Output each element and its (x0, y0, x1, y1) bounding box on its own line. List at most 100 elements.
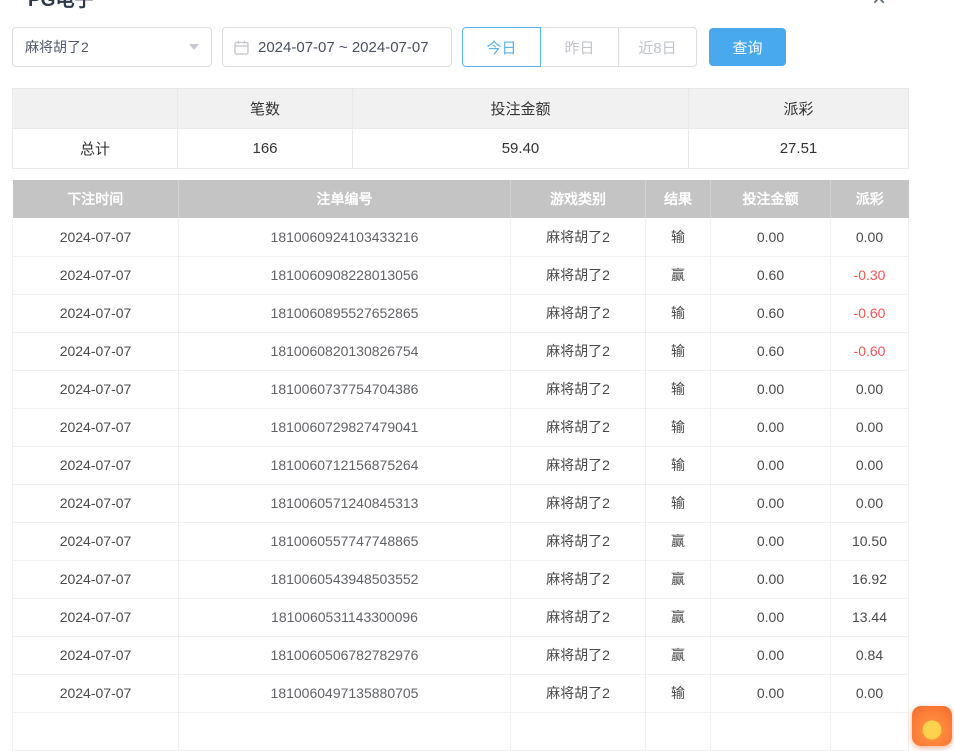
cell-game-type: 麻将胡了2 (511, 560, 646, 598)
quick-range-today-button[interactable]: 今日 (462, 27, 541, 67)
date-range-picker[interactable]: 2024-07-07 ~ 2024-07-07 (222, 27, 452, 67)
table-row: 2024-07-07 1810060924103433216 麻将胡了2 输 0… (13, 218, 909, 256)
cell-order-no: 1810060531143300096 (179, 598, 511, 636)
cell-order-no: 1810060543948503552 (179, 560, 511, 598)
promo-float-icon[interactable] (912, 706, 952, 746)
cell-bet-amount: 0.00 (711, 560, 831, 598)
cell-payout: 13.44 (831, 598, 909, 636)
cell-result: 输 (646, 446, 711, 484)
table-row: 2024-07-07 1810060557747748865 麻将胡了2 赢 0… (13, 522, 909, 560)
table-row: 2024-07-07 1810060820130826754 麻将胡了2 输 0… (13, 332, 909, 370)
page-title: PG电子 (28, 0, 93, 12)
cell-order-no: 1810060895527652865 (179, 294, 511, 332)
header-bet-time: 下注时间 (13, 180, 179, 218)
cell-bet-amount: 0.60 (711, 256, 831, 294)
filter-bar: 麻将胡了2 2024-07-07 ~ 2024-07-07 今日 昨日 近8日 … (12, 27, 786, 67)
cell-bet-time: 2024-07-07 (13, 332, 179, 370)
cell-bet-amount: 0.00 (711, 370, 831, 408)
cell-game-type: 麻将胡了2 (511, 484, 646, 522)
cell-result: 赢 (646, 256, 711, 294)
cell-result: 输 (646, 484, 711, 522)
summary-header-bet-amount: 投注金额 (353, 89, 689, 129)
cell-game-type: 麻将胡了2 (511, 408, 646, 446)
cell-payout: 10.50 (831, 522, 909, 560)
table-row-partial (13, 712, 909, 750)
table-row: 2024-07-07 1810060497135880705 麻将胡了2 输 0… (13, 674, 909, 712)
cell-payout: 16.92 (831, 560, 909, 598)
table-row: 2024-07-07 1810060531143300096 麻将胡了2 赢 0… (13, 598, 909, 636)
bet-table-body: 2024-07-07 1810060924103433216 麻将胡了2 输 0… (13, 218, 909, 712)
summary-header-blank (13, 89, 178, 129)
chevron-down-icon (189, 44, 199, 50)
table-row: 2024-07-07 1810060712156875264 麻将胡了2 输 0… (13, 446, 909, 484)
cell-game-type: 麻将胡了2 (511, 256, 646, 294)
cell-game-type: 麻将胡了2 (511, 674, 646, 712)
cell-bet-time: 2024-07-07 (13, 560, 179, 598)
game-select[interactable]: 麻将胡了2 (12, 27, 212, 67)
cell-order-no: 1810060908228013056 (179, 256, 511, 294)
header-result: 结果 (646, 180, 711, 218)
cell-bet-amount: 0.00 (711, 522, 831, 560)
quick-range-yesterday-button[interactable]: 昨日 (540, 27, 619, 67)
cell-payout: 0.00 (831, 484, 909, 522)
cell-bet-amount: 0.00 (711, 598, 831, 636)
table-row: 2024-07-07 1810060895527652865 麻将胡了2 输 0… (13, 294, 909, 332)
cell-payout: 0.00 (831, 408, 909, 446)
cell-game-type: 麻将胡了2 (511, 636, 646, 674)
cell-result: 输 (646, 218, 711, 256)
summary-total-bet-amount: 59.40 (353, 129, 689, 169)
cell-bet-time: 2024-07-07 (13, 674, 179, 712)
header-order-no: 注单编号 (179, 180, 511, 218)
cell-bet-amount: 0.00 (711, 446, 831, 484)
cell-bet-amount: 0.60 (711, 332, 831, 370)
cell-result: 赢 (646, 560, 711, 598)
cell-bet-amount: 0.00 (711, 636, 831, 674)
summary-header-row: 笔数 投注金额 派彩 (13, 89, 909, 129)
bet-records-dialog: { "page": { "title": "PG电子", "close_glyp… (0, 0, 954, 721)
cell-payout: 0.00 (831, 674, 909, 712)
summary-total-row: 总计 166 59.40 27.51 (13, 129, 909, 169)
cell-bet-time: 2024-07-07 (13, 256, 179, 294)
cell-order-no: 1810060737754704386 (179, 370, 511, 408)
cell-game-type: 麻将胡了2 (511, 332, 646, 370)
quick-range-group: 今日 昨日 近8日 (462, 27, 697, 67)
cell-result: 赢 (646, 522, 711, 560)
summary-total-payout: 27.51 (689, 129, 909, 169)
cell-result: 输 (646, 674, 711, 712)
cell-bet-amount: 0.00 (711, 218, 831, 256)
calendar-icon (234, 40, 249, 55)
header-game-type: 游戏类别 (511, 180, 646, 218)
cell-game-type: 麻将胡了2 (511, 446, 646, 484)
cell-result: 赢 (646, 598, 711, 636)
table-row: 2024-07-07 1810060908228013056 麻将胡了2 赢 0… (13, 256, 909, 294)
summary-table: 笔数 投注金额 派彩 总计 166 59.40 27.51 (12, 88, 909, 169)
cell-result: 输 (646, 294, 711, 332)
cell-bet-amount: 0.60 (711, 294, 831, 332)
summary-total-label: 总计 (13, 129, 178, 169)
cell-payout: -0.60 (831, 332, 909, 370)
cell-result: 赢 (646, 636, 711, 674)
date-range-value: 2024-07-07 ~ 2024-07-07 (258, 39, 429, 56)
cell-game-type: 麻将胡了2 (511, 522, 646, 560)
cell-result: 输 (646, 332, 711, 370)
close-icon[interactable]: × (872, 0, 888, 11)
search-button[interactable]: 查询 (709, 28, 786, 66)
summary-header-payout: 派彩 (689, 89, 909, 129)
table-row: 2024-07-07 1810060737754704386 麻将胡了2 输 0… (13, 370, 909, 408)
cell-bet-amount: 0.00 (711, 408, 831, 446)
table-row: 2024-07-07 1810060729827479041 麻将胡了2 输 0… (13, 408, 909, 446)
summary-total-count: 166 (178, 129, 353, 169)
cell-result: 输 (646, 408, 711, 446)
cell-bet-time: 2024-07-07 (13, 598, 179, 636)
cell-bet-time: 2024-07-07 (13, 218, 179, 256)
table-row: 2024-07-07 1810060571240845313 麻将胡了2 输 0… (13, 484, 909, 522)
cell-order-no: 1810060506782782976 (179, 636, 511, 674)
table-header-row: 下注时间 注单编号 游戏类别 结果 投注金额 派彩 (13, 180, 909, 218)
cell-bet-time: 2024-07-07 (13, 370, 179, 408)
cell-game-type: 麻将胡了2 (511, 294, 646, 332)
quick-range-8days-button[interactable]: 近8日 (618, 27, 697, 67)
cell-bet-time: 2024-07-07 (13, 636, 179, 674)
cell-order-no: 1810060924103433216 (179, 218, 511, 256)
table-row: 2024-07-07 1810060543948503552 麻将胡了2 赢 0… (13, 560, 909, 598)
cell-payout: 0.00 (831, 446, 909, 484)
